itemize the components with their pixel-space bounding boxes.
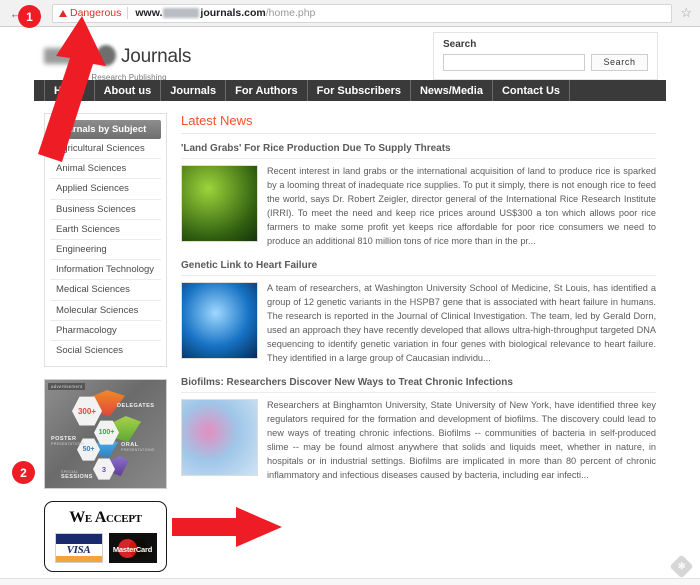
article-text: Researchers at Binghamton University, St… [267, 399, 656, 480]
heart-scan-thumbnail[interactable] [181, 281, 258, 359]
ad-label-delegates: DELEGATES [117, 403, 154, 409]
sidebar-item-applied-sciences[interactable]: Applied Sciences [50, 179, 161, 200]
page-title: Latest News [181, 113, 656, 134]
search-label: Search [443, 38, 477, 50]
article-text: A team of researchers, at Washington Uni… [267, 282, 656, 363]
nav-item-for-subscribers[interactable]: For Subscribers [308, 80, 411, 101]
visa-logo-icon: VISA [54, 533, 103, 564]
ad-label-sessions: SPECIAL SESSIONS [61, 470, 93, 480]
nav-item-contact-us[interactable]: Contact Us [493, 80, 571, 101]
sidebar-item-engineering[interactable]: Engineering [50, 240, 161, 261]
sidebar-item-social-sciences[interactable]: Social Sciences [50, 341, 161, 360]
advertisement-tag: advertisement [48, 383, 86, 391]
mastercard-logo-text: MasterCard [112, 545, 153, 555]
ad-label-oral: ORAL PRESENTATIONS [121, 442, 155, 452]
news-article: Biofilms: Researchers Discover New Ways … [181, 377, 656, 483]
sidebar-item-pharmacology[interactable]: Pharmacology [50, 321, 161, 341]
sidebar-item-molecular-sciences[interactable]: Molecular Sciences [50, 301, 161, 321]
ad-label-sessions-text: SESSIONS [61, 474, 93, 481]
article-title[interactable]: Genetic Link to Heart Failure [181, 260, 656, 276]
payment-card-logos: VISA MasterCard [51, 533, 160, 564]
news-article: Genetic Link to Heart Failure A team of … [181, 260, 656, 366]
sidebar-item-information-technology[interactable]: Information Technology [50, 260, 161, 281]
search-panel: Search Search [433, 31, 658, 80]
conference-advertisement-banner[interactable]: advertisement 300+ 100+ 50+ 3 DELEGATES … [44, 379, 167, 490]
annotation-arrow-to-we-accept [172, 507, 282, 547]
corner-widget-icon[interactable]: ✻ [669, 554, 694, 579]
visa-logo-text: VISA [55, 544, 102, 557]
annotation-badge-2: 2 [12, 461, 35, 484]
article-body: Recent interest in land grabs or the int… [181, 165, 656, 249]
site-footer: Home|Journals|For Authors|For Subscriber… [0, 578, 700, 585]
we-accept-title: We Accept [69, 509, 142, 527]
annotation-badge-1: 1 [18, 5, 41, 28]
corner-widget-glyph: ✻ [677, 560, 686, 571]
flower-sky-thumbnail[interactable] [181, 398, 258, 476]
main-content: Latest News 'Land Grabs' For Rice Produc… [181, 113, 656, 572]
nav-item-news-media[interactable]: News/Media [411, 80, 493, 101]
mastercard-logo-icon: MasterCard [108, 533, 157, 564]
ad-label-poster: POSTER PRESENTATIONS [51, 436, 85, 446]
ad-label-poster-sub: PRESENTATIONS [51, 442, 85, 447]
nav-item-for-authors[interactable]: For Authors [226, 80, 308, 101]
article-text: Recent interest in land grabs or the int… [267, 166, 656, 246]
sidebar: Journals by Subject Agricultural Science… [44, 113, 167, 573]
article-title[interactable]: Biofilms: Researchers Discover New Ways … [181, 377, 656, 393]
star-icon[interactable]: ☆ [680, 5, 694, 21]
article-body: A team of researchers, at Washington Uni… [181, 281, 656, 366]
search-input[interactable] [443, 53, 585, 71]
url-domain: journals.com [200, 7, 266, 19]
sidebar-item-medical-sciences[interactable]: Medical Sciences [50, 280, 161, 301]
rice-leaf-thumbnail[interactable] [181, 165, 258, 242]
annotation-arrow-to-address-bar [38, 16, 106, 162]
url-path: /home.php [265, 7, 316, 19]
sidebar-item-business-sciences[interactable]: Business Sciences [50, 200, 161, 220]
news-article: 'Land Grabs' For Rice Production Due To … [181, 143, 656, 249]
search-button[interactable]: Search [591, 53, 648, 71]
ad-label-delegates-text: DELEGATES [117, 403, 155, 410]
ad-label-oral-sub: PRESENTATIONS [121, 448, 155, 453]
sidebar-item-earth-sciences[interactable]: Earth Sciences [50, 220, 161, 240]
search-row: Search [443, 53, 648, 71]
article-body: Researchers at Binghamton University, St… [181, 398, 656, 483]
article-title[interactable]: 'Land Grabs' For Rice Production Due To … [181, 143, 656, 159]
we-accept-payment-box: We Accept VISA MasterCard [44, 501, 167, 573]
